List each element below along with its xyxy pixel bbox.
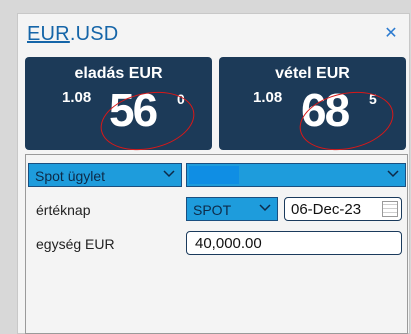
buy-quote-tile[interactable]: vétel EUR 1.08 68 5 bbox=[219, 57, 406, 159]
currency-pair-link[interactable]: EUR bbox=[27, 23, 70, 45]
value-date-label: értéknap bbox=[36, 202, 91, 218]
sell-quote-tile[interactable]: eladás EUR 1.08 56 0 bbox=[25, 57, 212, 159]
product-select[interactable]: Spot ügylet bbox=[28, 163, 182, 187]
calendar-icon[interactable] bbox=[382, 201, 398, 217]
quote-currency: USD bbox=[75, 23, 119, 45]
ticket-title: EUR.USD bbox=[27, 23, 118, 49]
amount-field[interactable]: 40,000.00 bbox=[186, 231, 402, 255]
value-date-field[interactable]: 06-Dec-23 bbox=[284, 197, 402, 221]
chevron-down-icon bbox=[387, 170, 399, 178]
tenor-select[interactable]: SPOT bbox=[186, 197, 278, 221]
product-select-value: Spot ügylet bbox=[35, 168, 106, 184]
value-date-value: 06-Dec-23 bbox=[291, 201, 362, 218]
fx-ticket-panel: EUR.USD ✕ eladás EUR 1.08 56 0 vétel EUR… bbox=[17, 13, 410, 334]
sell-label: eladás EUR bbox=[74, 65, 163, 82]
amount-label: egység EUR bbox=[36, 236, 115, 252]
selection-highlight bbox=[189, 166, 239, 184]
tenor-select-value: SPOT bbox=[193, 202, 232, 218]
order-form: Spot ügylet értéknap SPOT 06-Dec-23 egys… bbox=[25, 154, 408, 334]
buy-label: vétel EUR bbox=[275, 65, 350, 82]
chevron-down-icon bbox=[163, 170, 175, 178]
chevron-down-icon bbox=[259, 204, 271, 212]
account-select[interactable] bbox=[186, 163, 406, 187]
close-icon[interactable]: ✕ bbox=[383, 26, 399, 42]
amount-value: 40,000.00 bbox=[195, 235, 262, 252]
buy-price-prefix: 1.08 bbox=[253, 89, 283, 106]
sell-price-prefix: 1.08 bbox=[62, 89, 92, 106]
